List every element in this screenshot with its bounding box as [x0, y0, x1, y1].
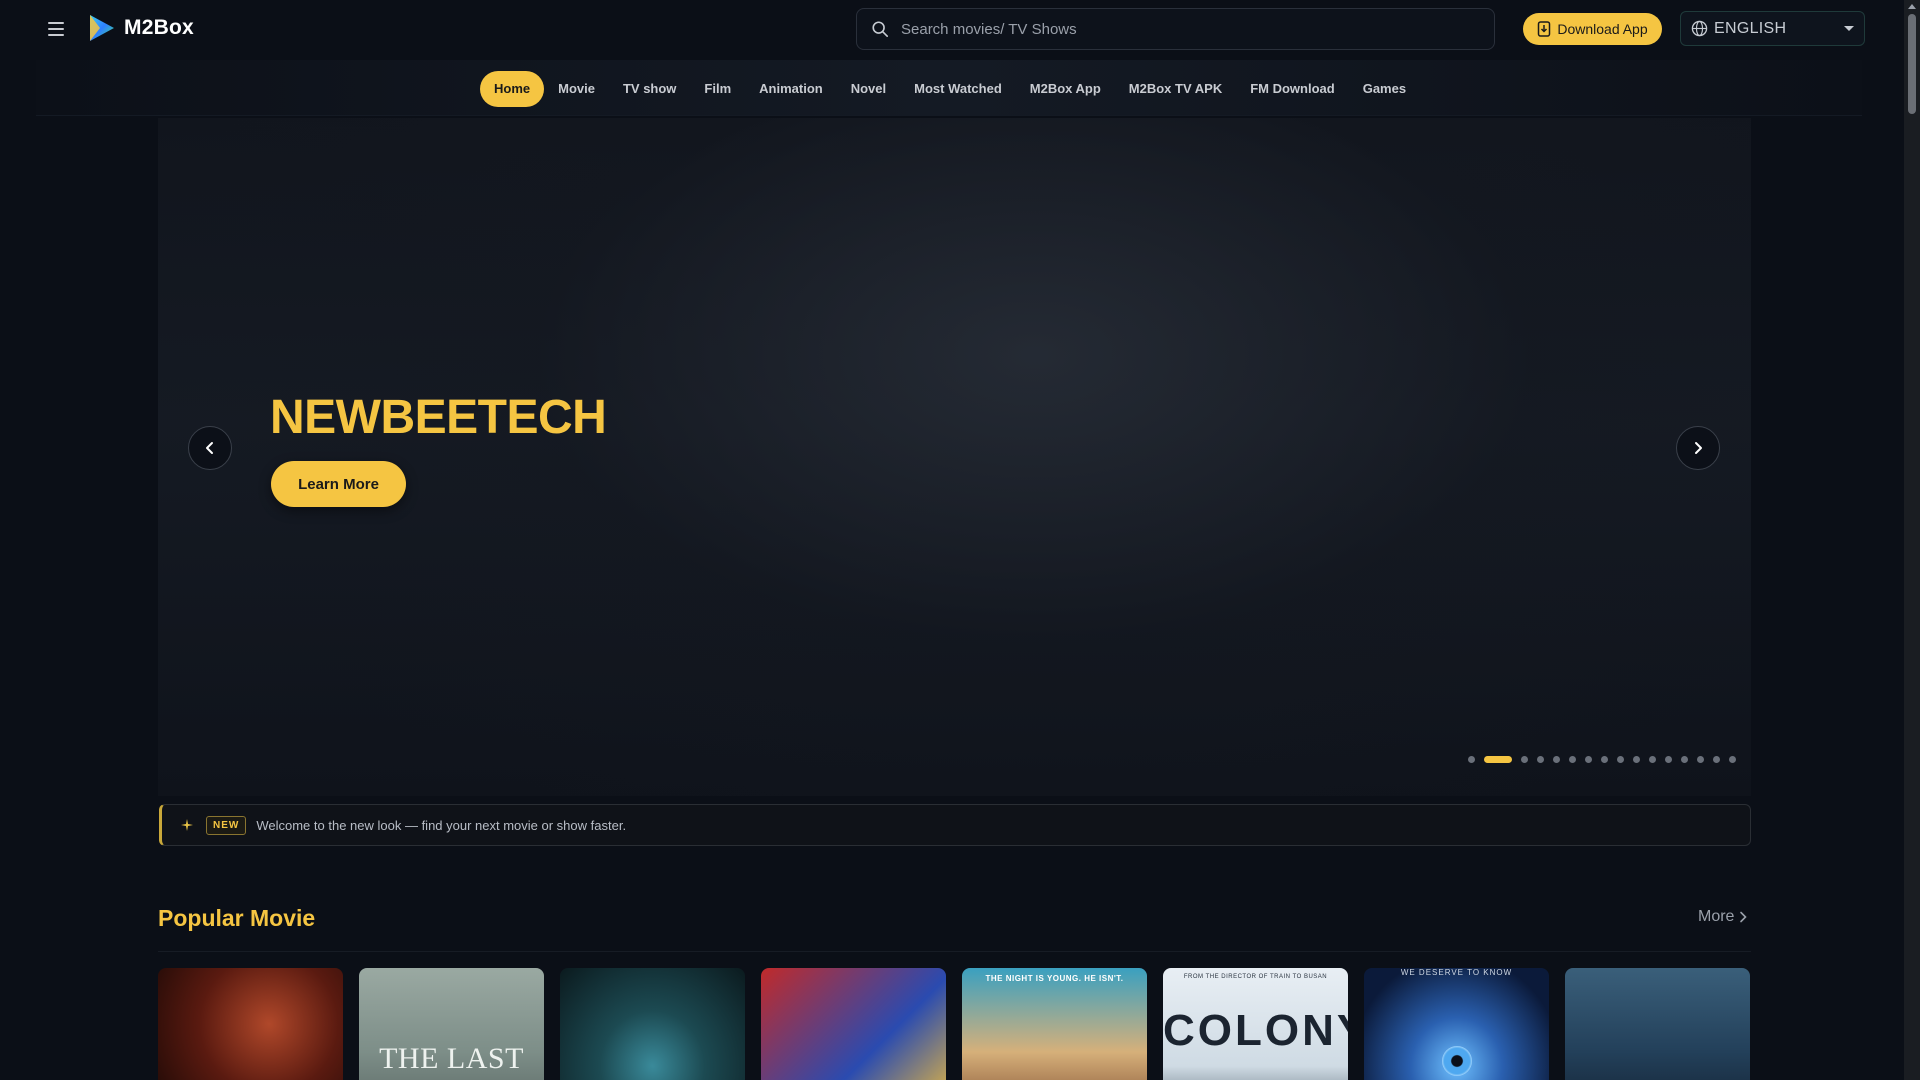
- phone-download-icon: [1538, 21, 1551, 37]
- section-divider: [158, 951, 1751, 952]
- poster-tagline: WE DESERVE TO KNOW: [1400, 968, 1513, 977]
- carousel-dot[interactable]: [1484, 756, 1512, 763]
- poster-row: THE LAST HOUSE THE NIGHT IS YOUNG. HE IS…: [158, 968, 1766, 1080]
- announcement-bar: NEW Welcome to the new look — find your …: [159, 804, 1751, 846]
- chevron-right-icon: [1740, 911, 1748, 923]
- carousel-dot[interactable]: [1617, 756, 1624, 763]
- nav-item-animation[interactable]: Animation: [745, 71, 837, 107]
- search-icon: [872, 21, 889, 38]
- new-badge: NEW: [206, 815, 247, 835]
- carousel-next-button[interactable]: [1676, 426, 1720, 470]
- carousel-dot[interactable]: [1713, 756, 1720, 763]
- poster-title: COLONY: [1163, 1006, 1348, 1055]
- nav-item-fm-download[interactable]: FM Download: [1236, 71, 1349, 107]
- carousel-dot[interactable]: [1569, 756, 1576, 763]
- more-link[interactable]: More: [1698, 908, 1748, 926]
- carousel-dot[interactable]: [1537, 756, 1544, 763]
- top-bar: M2Box Download App ENGLISH: [0, 0, 1904, 58]
- nav-item-home[interactable]: Home: [480, 71, 545, 107]
- globe-icon: [1691, 20, 1708, 37]
- section-title-popular-movie: Popular Movie: [158, 905, 316, 931]
- nav-item-m2box-app[interactable]: M2Box App: [1016, 71, 1115, 107]
- hero-title: NEWBEETECH: [270, 391, 607, 444]
- movie-poster[interactable]: THE LAST HOUSE: [359, 968, 544, 1080]
- movie-poster[interactable]: [158, 968, 343, 1080]
- poster-tagline: THE NIGHT IS YOUNG. HE ISN'T.: [985, 974, 1124, 983]
- carousel-dot[interactable]: [1697, 756, 1704, 763]
- chevron-left-icon: [206, 442, 213, 454]
- carousel-dots: [1468, 756, 1745, 763]
- eye-artwork: [1442, 1046, 1472, 1076]
- sparkle-icon: [181, 819, 193, 831]
- scrollbar[interactable]: [1904, 0, 1920, 1080]
- chevron-down-icon: [1844, 26, 1854, 31]
- movie-poster[interactable]: THE NIGHT IS YOUNG. HE ISN'T.: [962, 968, 1147, 1080]
- nav-item-movie[interactable]: Movie: [544, 71, 609, 107]
- carousel-dot[interactable]: [1601, 756, 1608, 763]
- carousel-prev-button[interactable]: [188, 426, 232, 470]
- search-input[interactable]: [901, 20, 1461, 38]
- nav-item-games[interactable]: Games: [1349, 71, 1420, 107]
- hero-carousel: NEWBEETECH Learn More: [158, 118, 1751, 796]
- carousel-dot[interactable]: [1649, 756, 1656, 763]
- nav-item-film[interactable]: Film: [690, 71, 745, 107]
- nav-item-novel[interactable]: Novel: [837, 71, 900, 107]
- main-nav: Home Movie TV show Film Animation Novel …: [36, 60, 1862, 116]
- carousel-dot[interactable]: [1521, 756, 1528, 763]
- download-app-button[interactable]: Download App: [1523, 13, 1662, 45]
- language-select[interactable]: ENGLISH: [1680, 11, 1865, 46]
- carousel-dot[interactable]: [1633, 756, 1640, 763]
- language-value: ENGLISH: [1714, 19, 1787, 37]
- nav-item-most-watched[interactable]: Most Watched: [900, 71, 1016, 107]
- movie-poster[interactable]: WE DESERVE TO KNOW: [1364, 968, 1549, 1080]
- chevron-right-icon: [1695, 442, 1702, 454]
- announcement-text: Welcome to the new look — find your next…: [256, 817, 627, 833]
- m2box-logo-icon: [90, 15, 114, 41]
- carousel-dot[interactable]: [1729, 756, 1736, 763]
- movie-poster[interactable]: [560, 968, 745, 1080]
- carousel-dot[interactable]: [1553, 756, 1560, 763]
- scrollbar-thumb[interactable]: [1908, 14, 1916, 114]
- hamburger-icon[interactable]: [44, 18, 68, 40]
- learn-more-button[interactable]: Learn More: [271, 461, 406, 507]
- brand-logo[interactable]: M2Box: [86, 12, 194, 44]
- carousel-dot[interactable]: [1665, 756, 1672, 763]
- more-label: More: [1698, 908, 1735, 925]
- brand-name: M2Box: [124, 16, 194, 39]
- movie-poster[interactable]: FROM THE DIRECTOR OF TRAIN TO BUSAN COLO…: [1163, 968, 1348, 1080]
- movie-poster[interactable]: [761, 968, 946, 1080]
- nav-item-tv-show[interactable]: TV show: [609, 71, 690, 107]
- scroll-up-arrow-icon[interactable]: [1908, 4, 1916, 9]
- carousel-dot[interactable]: [1468, 756, 1475, 763]
- search-bar[interactable]: [856, 8, 1495, 50]
- download-app-label: Download App: [1557, 21, 1648, 37]
- carousel-dot[interactable]: [1681, 756, 1688, 763]
- poster-tagline: FROM THE DIRECTOR OF TRAIN TO BUSAN: [1183, 974, 1328, 980]
- nav-item-m2box-tv-apk[interactable]: M2Box TV APK: [1115, 71, 1236, 107]
- movie-poster[interactable]: [1565, 968, 1750, 1080]
- poster-title: THE LAST HOUSE: [379, 1042, 524, 1080]
- carousel-dot[interactable]: [1585, 756, 1592, 763]
